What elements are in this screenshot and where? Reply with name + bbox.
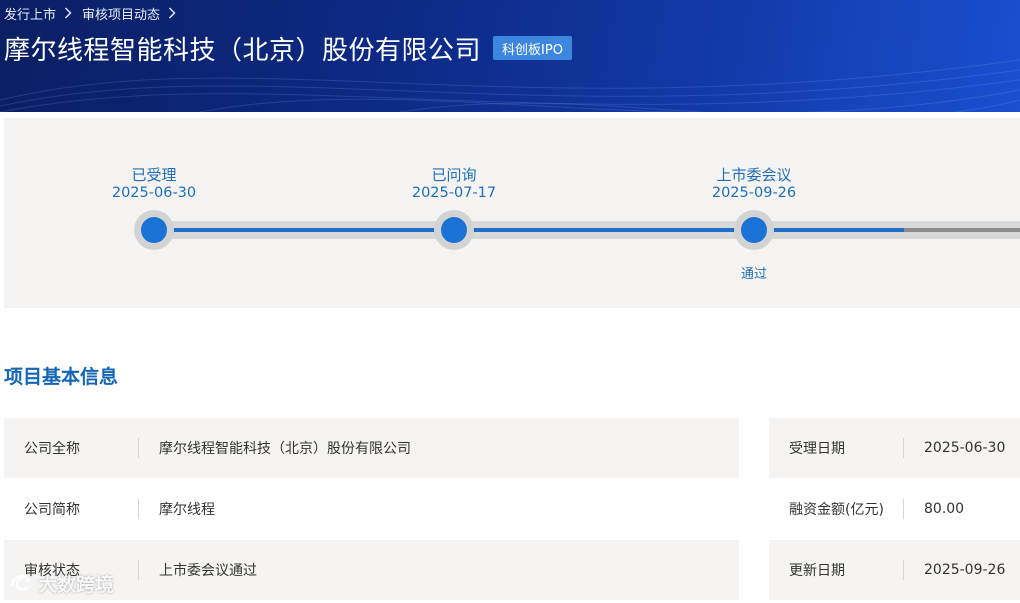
breadcrumb-item-review-news[interactable]: 审核项目动态 xyxy=(82,4,160,23)
watermark: 大数跨境 xyxy=(8,569,114,597)
timeline-remaining-line xyxy=(904,228,1020,232)
info-label: 公司全称 xyxy=(24,441,80,457)
info-value: 上市委会议通过 xyxy=(159,563,257,579)
info-row-review-status: 审核状态 上市委会议通过 xyxy=(4,540,739,600)
title-row: 摩尔线程智能科技（北京）股份有限公司 科创板IPO xyxy=(4,28,572,68)
chevron-right-icon xyxy=(64,7,72,19)
info-label: 受理日期 xyxy=(789,441,845,457)
info-label: 更新日期 xyxy=(789,563,845,579)
board-badge: 科创板IPO xyxy=(493,36,572,60)
step-3-node[interactable] xyxy=(734,210,774,250)
info-value: 2025-06-30 xyxy=(924,440,1006,456)
step-1-node[interactable] xyxy=(134,210,174,250)
breadcrumb: 发行上市 审核项目动态 xyxy=(4,4,186,23)
info-value: 摩尔线程 xyxy=(159,502,215,518)
step-3-dot xyxy=(741,217,767,243)
info-label: 公司简称 xyxy=(24,502,80,518)
watermark-text: 大数跨境 xyxy=(38,573,115,596)
info-value: 2025-09-26 xyxy=(924,562,1006,578)
info-row-accept-date: 受理日期 2025-06-30 xyxy=(769,418,1020,478)
info-row-short-name: 公司简称 摩尔线程 xyxy=(4,479,739,539)
step-2-node[interactable] xyxy=(434,210,474,250)
info-row-financing-amount: 融资金额(亿元) 80.00 xyxy=(769,479,1020,539)
chevron-right-icon xyxy=(168,7,176,19)
info-value: 摩尔线程智能科技（北京）股份有限公司 xyxy=(159,441,411,457)
step-1-date: 2025-06-30 xyxy=(111,185,197,201)
step-2-dot xyxy=(441,217,467,243)
breadcrumb-item-listing[interactable]: 发行上市 xyxy=(4,4,56,23)
step-2-date: 2025-07-17 xyxy=(411,185,497,201)
info-row-update-date: 更新日期 2025-09-26 xyxy=(769,540,1020,600)
info-label: 融资金额(亿元) xyxy=(789,502,884,518)
step-3-date: 2025-09-26 xyxy=(711,185,797,201)
page-title: 摩尔线程智能科技（北京）股份有限公司 xyxy=(4,35,482,66)
step-2-label: 已问询 2025-07-17 xyxy=(384,164,524,201)
step-1-dot xyxy=(141,217,167,243)
section-title: 项目基本信息 xyxy=(4,366,119,388)
progress-timeline: 已受理 2025-06-30 已问询 2025-07-17 上市委会议 2025… xyxy=(4,118,1020,308)
timeline-progress-line xyxy=(154,228,904,232)
header-banner: 发行上市 审核项目动态 摩尔线程智能科技（北京）股份有限公司 科创板IPO xyxy=(0,0,1020,112)
info-value: 80.00 xyxy=(924,501,965,517)
watermark-logo-icon xyxy=(10,574,31,591)
step-3-label: 上市委会议 2025-09-26 xyxy=(684,164,824,201)
step-3-result: 通过 xyxy=(740,267,767,282)
info-row-full-name: 公司全称 摩尔线程智能科技（北京）股份有限公司 xyxy=(4,418,739,478)
step-1-label: 已受理 2025-06-30 xyxy=(84,164,224,201)
